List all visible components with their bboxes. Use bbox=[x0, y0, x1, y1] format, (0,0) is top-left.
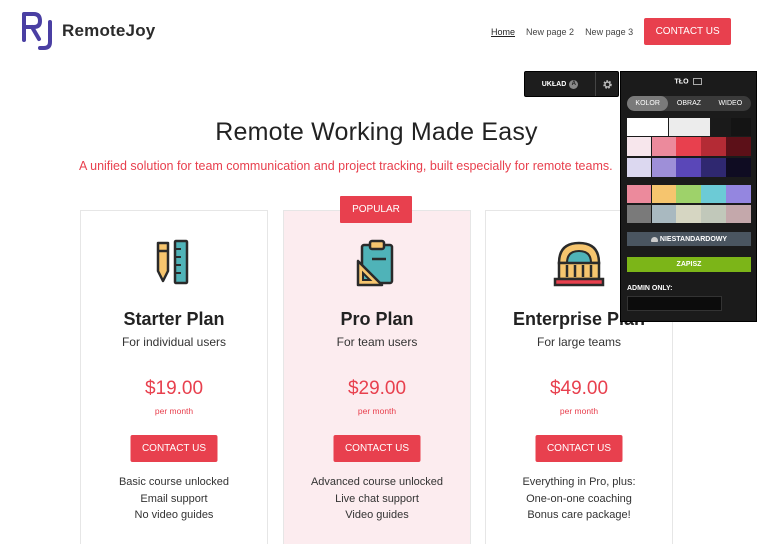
feature-item: Bonus care package! bbox=[527, 509, 631, 521]
color-swatch[interactable] bbox=[652, 158, 676, 177]
color-swatch[interactable] bbox=[627, 185, 651, 203]
feature-item: Basic course unlocked bbox=[118, 476, 230, 488]
nav-item-new-page-2[interactable]: New page 2 bbox=[526, 19, 574, 45]
save-button[interactable]: ZAPISZ bbox=[627, 257, 751, 272]
plan-features: Everything in Pro, plus: One-on-one coac… bbox=[486, 474, 672, 524]
plan-features: Basic course unlocked Email support No v… bbox=[81, 474, 267, 524]
color-swatch[interactable] bbox=[726, 158, 751, 177]
color-swatch[interactable] bbox=[627, 158, 651, 177]
popular-badge: POPULAR bbox=[340, 196, 412, 223]
pricing-card-starter: Starter Plan For individual users $19.00… bbox=[80, 210, 268, 544]
layout-toolbar: UKŁAD A bbox=[524, 71, 619, 97]
feature-item: Video guides bbox=[345, 509, 409, 521]
color-swatch[interactable] bbox=[652, 185, 676, 203]
background-panel: TŁO KOLOR OBRAZ WIDEO NIESTANDARDOWY ZAP… bbox=[620, 71, 757, 322]
color-swatch[interactable] bbox=[652, 205, 676, 223]
nav-item-home[interactable]: Home bbox=[491, 19, 515, 45]
feature-item: Live chat support bbox=[335, 492, 419, 505]
color-swatch[interactable] bbox=[676, 185, 701, 203]
panel-tabs: KOLOR OBRAZ WIDEO bbox=[627, 96, 751, 111]
plan-price: $19.00 bbox=[144, 378, 204, 399]
custom-color-button[interactable]: NIESTANDARDOWY bbox=[627, 232, 751, 246]
feature-item: Advanced course unlocked bbox=[310, 476, 444, 488]
plan-name: Pro Plan bbox=[340, 309, 414, 329]
color-swatch[interactable] bbox=[731, 118, 751, 136]
color-swatch[interactable] bbox=[652, 137, 676, 156]
main-nav: Home New page 2 New page 3 CONTACT US bbox=[491, 18, 732, 45]
plan-features: Advanced course unlocked Live chat suppo… bbox=[284, 474, 470, 524]
gear-icon bbox=[602, 79, 612, 89]
plan-period: per month bbox=[559, 406, 599, 416]
color-swatch[interactable] bbox=[676, 205, 701, 223]
panel-title-text: TŁO bbox=[674, 78, 689, 86]
color-swatch[interactable] bbox=[627, 205, 651, 223]
image-icon bbox=[693, 78, 703, 85]
color-swatch[interactable] bbox=[701, 205, 726, 223]
color-swatch[interactable] bbox=[701, 185, 726, 203]
starter-contact-button[interactable]: CONTACT US bbox=[130, 435, 218, 462]
color-swatch[interactable] bbox=[701, 158, 726, 177]
color-swatch[interactable] bbox=[676, 158, 701, 177]
plan-audience: For team users bbox=[336, 335, 418, 349]
feature-item: Email support bbox=[140, 492, 208, 505]
feature-item: No video guides bbox=[134, 509, 214, 521]
enterprise-contact-button[interactable]: CONTACT US bbox=[535, 435, 623, 462]
color-swatch[interactable] bbox=[726, 185, 751, 203]
admin-input[interactable] bbox=[627, 296, 722, 311]
plan-period: per month bbox=[357, 406, 397, 416]
tab-wideo[interactable]: WIDEO bbox=[710, 96, 751, 111]
plan-price: $29.00 bbox=[347, 378, 407, 399]
plan-audience: For large teams bbox=[536, 335, 622, 349]
color-swatch[interactable] bbox=[627, 118, 668, 136]
admin-label: ADMIN ONLY: bbox=[627, 285, 673, 292]
color-swatch[interactable] bbox=[676, 137, 701, 156]
clipboard-ruler-icon bbox=[356, 239, 394, 287]
color-swatch[interactable] bbox=[627, 137, 651, 156]
palette-icon bbox=[650, 236, 658, 242]
color-swatch[interactable] bbox=[701, 137, 726, 156]
pro-contact-button[interactable]: CONTACT US bbox=[333, 435, 421, 462]
page-subtitle: A unified solution for team communicatio… bbox=[79, 159, 613, 173]
layout-badge: A bbox=[569, 79, 579, 89]
plan-period: per month bbox=[154, 406, 194, 416]
color-swatch[interactable] bbox=[726, 137, 751, 156]
color-swatch[interactable] bbox=[726, 205, 751, 223]
tab-kolor[interactable]: KOLOR bbox=[627, 96, 669, 111]
tab-obraz[interactable]: OBRAZ bbox=[668, 96, 709, 111]
feature-item: One-on-one coaching bbox=[526, 492, 632, 505]
plan-price: $49.00 bbox=[549, 378, 609, 399]
nav-item-new-page-3[interactable]: New page 3 bbox=[585, 19, 633, 45]
layout-button[interactable]: UKŁAD A bbox=[525, 72, 595, 96]
layout-label: UKŁAD bbox=[541, 80, 567, 88]
pen-ruler-icon bbox=[156, 239, 189, 285]
custom-color-label: NIESTANDARDOWY bbox=[659, 235, 728, 243]
settings-button[interactable] bbox=[595, 72, 618, 96]
logo-mark-icon bbox=[22, 12, 52, 50]
panel-title: TŁO bbox=[621, 78, 756, 85]
plan-name: Starter Plan bbox=[123, 309, 225, 329]
plan-audience: For individual users bbox=[121, 335, 227, 349]
building-icon bbox=[553, 241, 605, 287]
feature-item: Everything in Pro, plus: bbox=[522, 476, 636, 488]
pricing-card-pro: Pro Plan For team users $29.00 per month… bbox=[283, 210, 471, 544]
header-contact-button[interactable]: CONTACT US bbox=[644, 18, 732, 45]
brand-logo[interactable]: RemoteJoy bbox=[22, 12, 155, 50]
color-swatch[interactable] bbox=[711, 118, 731, 136]
brand-name: RemoteJoy bbox=[62, 21, 156, 40]
color-swatch[interactable] bbox=[669, 118, 710, 136]
